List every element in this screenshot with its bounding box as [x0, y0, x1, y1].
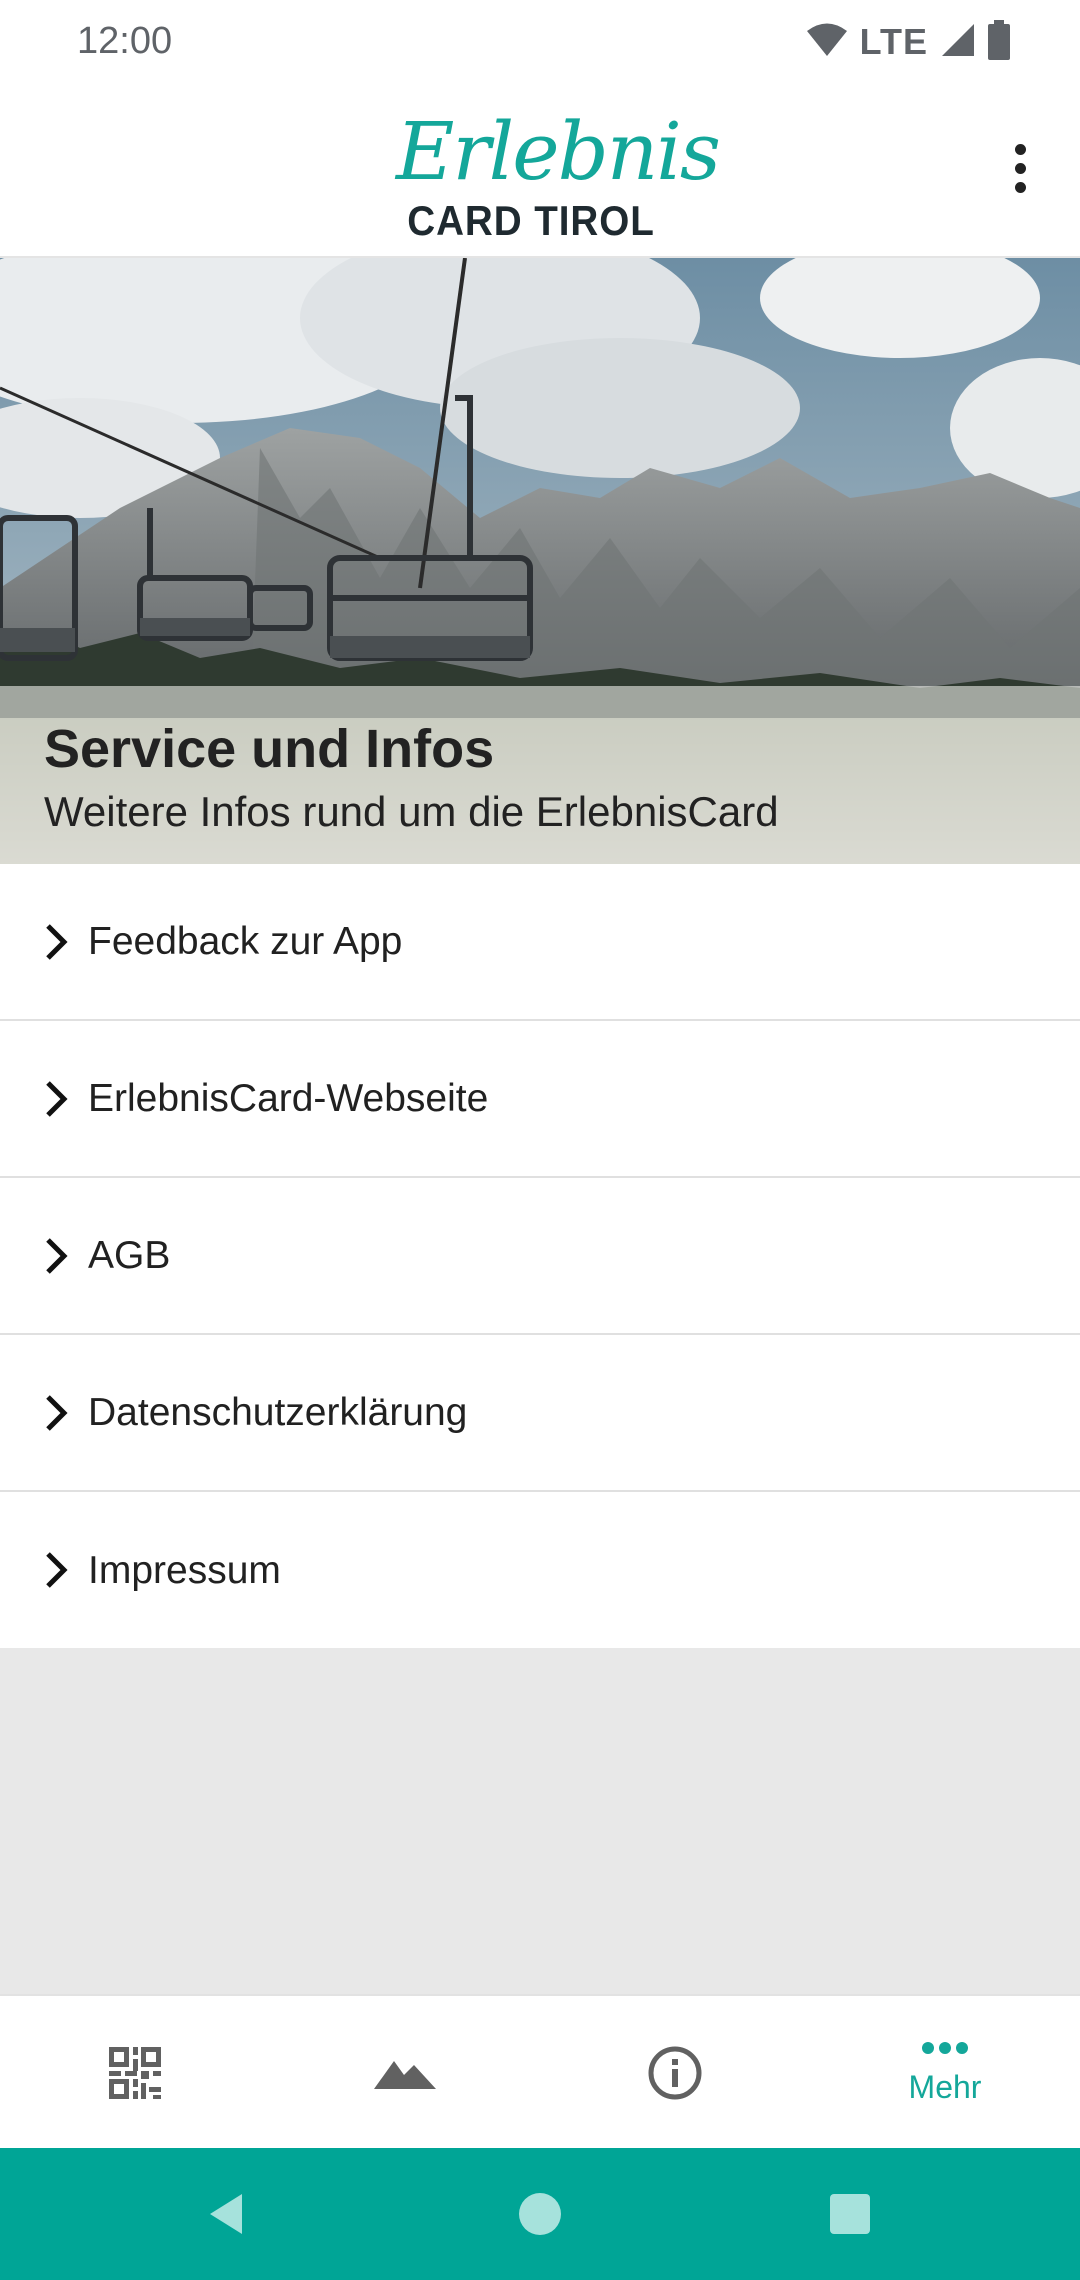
- hero-banner: Service und Infos Weitere Infos rund um …: [0, 258, 1080, 864]
- chevron-right-icon: [46, 924, 68, 960]
- app-bar: Erlebnis CARD TIROL: [0, 88, 1080, 258]
- empty-area: [0, 1648, 1080, 1994]
- network-type: LTE: [859, 21, 928, 62]
- cell-signal-icon: [940, 22, 976, 63]
- nav-item-card[interactable]: [0, 1996, 270, 2150]
- menu-item-label: Impressum: [88, 1548, 281, 1592]
- menu-item-label: ErlebnisCard-Webseite: [88, 1076, 489, 1120]
- menu-item-website[interactable]: ErlebnisCard-Webseite: [0, 1021, 1080, 1178]
- chevron-right-icon: [46, 1552, 68, 1588]
- menu-item-feedback[interactable]: Feedback zur App: [0, 864, 1080, 1021]
- wifi-icon: [806, 22, 848, 63]
- chevron-right-icon: [46, 1395, 68, 1431]
- menu-item-label: AGB: [88, 1233, 171, 1277]
- menu-item-label: Feedback zur App: [88, 919, 403, 963]
- page-subtitle: Weitere Infos rund um die ErlebnisCard: [44, 788, 779, 835]
- back-icon[interactable]: [186, 2178, 266, 2250]
- recents-icon[interactable]: [810, 2178, 890, 2250]
- page-title: Service und Infos: [44, 719, 495, 779]
- nav-item-excursions[interactable]: [270, 1996, 540, 2150]
- home-icon[interactable]: [500, 2178, 580, 2250]
- chevron-right-icon: [46, 1081, 68, 1117]
- more-horiz-icon: [922, 2041, 968, 2054]
- menu-item-privacy[interactable]: Datenschutzerklärung: [0, 1335, 1080, 1492]
- bottom-navigation: Mehr: [0, 1994, 1080, 2148]
- nav-label-more: Mehr: [908, 2068, 982, 2105]
- menu-item-label: Datenschutzerklärung: [88, 1390, 468, 1434]
- menu-item-agb[interactable]: AGB: [0, 1178, 1080, 1335]
- more-vert-icon[interactable]: [990, 128, 1050, 208]
- status-bar: 12:00 LTE: [0, 0, 1080, 88]
- nav-item-more[interactable]: Mehr: [810, 1996, 1080, 2150]
- nav-item-info[interactable]: [540, 1996, 810, 2150]
- chevron-right-icon: [46, 1238, 68, 1274]
- qr-code-icon: [109, 2047, 161, 2099]
- logo-subtitle: CARD TIROL: [407, 197, 655, 244]
- status-time: 12:00: [77, 20, 173, 62]
- system-navigation-bar: [0, 2148, 1080, 2280]
- logo-script: Erlebnis: [396, 105, 721, 198]
- app-logo: Erlebnis CARD TIROL: [396, 102, 721, 246]
- info-icon: [648, 2046, 702, 2100]
- battery-icon: [988, 19, 1010, 65]
- status-icons: LTE: [806, 18, 1010, 66]
- service-menu-list: Feedback zur App ErlebnisCard-Webseite A…: [0, 864, 1080, 1649]
- mountain-icon: [374, 2061, 436, 2089]
- menu-item-imprint[interactable]: Impressum: [0, 1492, 1080, 1649]
